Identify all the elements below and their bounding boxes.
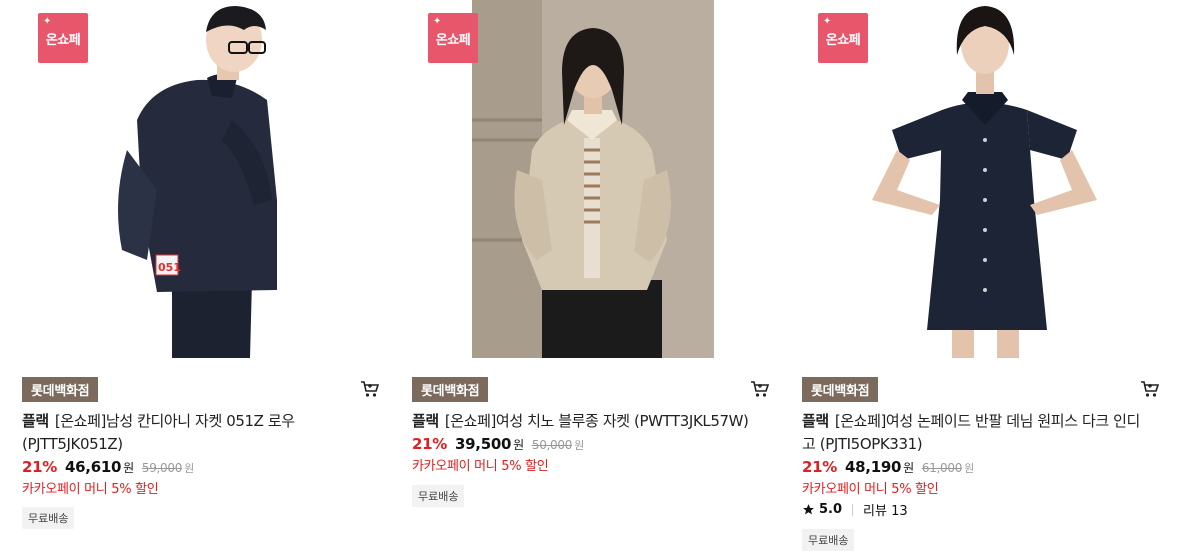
- product-card[interactable]: 051 ✦ 온쇼페 롯데백화점 플랙 [온쇼페]남성 칸디아니 자켓 051Z 로…: [22, 0, 390, 546]
- product-image[interactable]: ✦ 온쇼페: [802, 0, 1170, 358]
- product-title[interactable]: 플랙 [온쇼페]여성 치노 블루종 자켓 (PWTT3JKL57W): [412, 410, 762, 433]
- sparkle-icon: ✦: [823, 16, 831, 27]
- store-tag: 롯데백화점: [412, 377, 489, 402]
- onshope-badge: ✦ 온쇼페: [818, 13, 868, 63]
- cart-icon[interactable]: [750, 380, 770, 398]
- original-currency: 원: [184, 462, 194, 475]
- review-count[interactable]: 리뷰 13: [863, 500, 908, 519]
- price-row: 21% 46,610 원 59,000 원: [22, 458, 194, 476]
- sparkle-icon: ✦: [433, 16, 441, 27]
- shipping-tag: 무료배송: [412, 485, 465, 507]
- product-name: [온쇼페]남성 칸디아니 자켓 051Z 로우 (PJTT5JK051Z): [22, 412, 295, 453]
- product-card[interactable]: ✦ 온쇼페 롯데백화점 플랙 [온쇼페]여성 치노 블루종 자켓 (PWTT3JK…: [412, 0, 780, 546]
- currency: 원: [903, 461, 914, 475]
- product-image[interactable]: 051 ✦ 온쇼페: [22, 0, 390, 358]
- original-price: 59,000: [141, 461, 183, 475]
- original-price: 61,000: [921, 461, 963, 475]
- star-icon: [803, 504, 814, 515]
- brand-name: 플랙: [412, 412, 439, 430]
- discount-rate: 21%: [802, 458, 838, 476]
- onshope-badge: ✦ 온쇼페: [428, 13, 478, 63]
- product-image[interactable]: ✦ 온쇼페: [412, 0, 780, 358]
- original-currency: 원: [574, 439, 584, 452]
- original-price: 50,000: [531, 438, 573, 452]
- onshope-badge: ✦ 온쇼페: [38, 13, 88, 63]
- onshope-badge-text: 온쇼페: [45, 32, 81, 48]
- onshope-badge-text: 온쇼페: [435, 32, 471, 48]
- product-title[interactable]: 플랙 [온쇼페]여성 논페이드 반팔 데님 원피스 다크 인디고 (PJTI5OP…: [802, 410, 1152, 456]
- rating-row: 5.0 리뷰 13: [802, 500, 908, 519]
- currency: 원: [123, 461, 134, 475]
- store-tag: 롯데백화점: [22, 377, 99, 402]
- brand-name: 플랙: [802, 412, 829, 430]
- sale-price: 46,610: [65, 458, 122, 476]
- price-row: 21% 48,190 원 61,000 원: [802, 458, 974, 476]
- promo-text: 카카오페이 머니 5% 할인: [22, 482, 159, 497]
- rating-score: 5.0: [819, 502, 843, 517]
- cart-icon[interactable]: [1140, 380, 1160, 398]
- currency: 원: [513, 438, 524, 452]
- discount-rate: 21%: [412, 435, 448, 453]
- product-name: [온쇼페]여성 논페이드 반팔 데님 원피스 다크 인디고 (PJTI5OPK3…: [802, 412, 1140, 453]
- product-name: [온쇼페]여성 치노 블루종 자켓 (PWTT3JKL57W): [444, 412, 749, 430]
- sale-price: 48,190: [845, 458, 902, 476]
- jacket-label-text: 051: [158, 261, 181, 274]
- price-row: 21% 39,500 원 50,000 원: [412, 435, 584, 453]
- shipping-tag: 무료배송: [802, 529, 855, 551]
- sparkle-icon: ✦: [43, 16, 51, 27]
- discount-rate: 21%: [22, 458, 58, 476]
- shipping-tag: 무료배송: [22, 507, 75, 529]
- product-title[interactable]: 플랙 [온쇼페]남성 칸디아니 자켓 051Z 로우 (PJTT5JK051Z): [22, 410, 372, 456]
- promo-text: 카카오페이 머니 5% 할인: [412, 459, 549, 474]
- divider: [852, 503, 854, 516]
- brand-name: 플랙: [22, 412, 49, 430]
- cart-icon[interactable]: [360, 380, 380, 398]
- original-currency: 원: [964, 462, 974, 475]
- promo-text: 카카오페이 머니 5% 할인: [802, 482, 939, 497]
- sale-price: 39,500: [455, 435, 512, 453]
- store-tag: 롯데백화점: [802, 377, 879, 402]
- product-card[interactable]: ✦ 온쇼페 롯데백화점 플랙 [온쇼페]여성 논페이드 반팔 데님 원피스 다크 …: [802, 0, 1170, 551]
- product-grid: 051 ✦ 온쇼페 롯데백화점 플랙 [온쇼페]남성 칸디아니 자켓 051Z 로…: [0, 0, 1181, 551]
- onshope-badge-text: 온쇼페: [825, 32, 861, 48]
